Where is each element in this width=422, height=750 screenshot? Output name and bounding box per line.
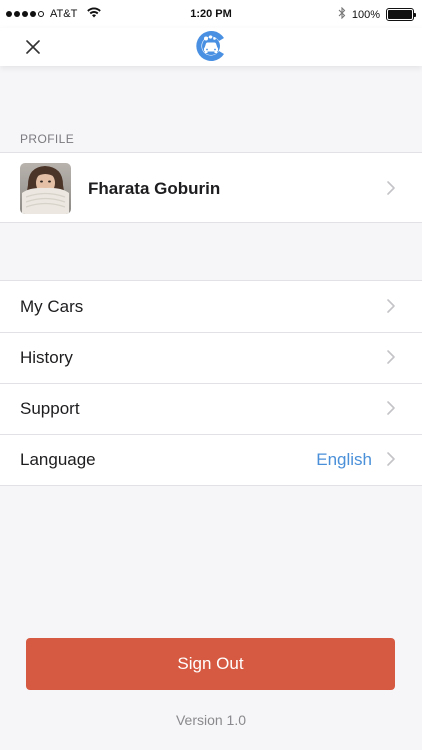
profile-section-header: PROFILE <box>20 132 75 146</box>
menu-item-support[interactable]: Support <box>0 383 422 434</box>
status-bar: AT&T 1:20 PM 100% <box>0 0 422 28</box>
bluetooth-icon <box>338 6 346 22</box>
profile-name: Fharata Goburin <box>88 179 221 198</box>
menu-item-history[interactable]: History <box>0 332 422 383</box>
menu-item-label: Language <box>20 449 96 469</box>
sign-out-button[interactable]: Sign Out <box>26 638 395 690</box>
chevron-right-icon <box>387 452 395 466</box>
version-label: Version 1.0 <box>175 712 247 728</box>
menu-item-language[interactable]: Language English <box>0 434 422 485</box>
status-right: 100% <box>338 6 416 22</box>
close-icon <box>26 40 40 54</box>
chevron-right-icon <box>387 299 395 313</box>
app-logo-icon <box>193 28 229 64</box>
chevron-right-icon <box>387 350 395 364</box>
battery-icon <box>386 8 416 21</box>
menu-item-label: History <box>20 347 73 367</box>
menu-item-label: Support <box>20 398 80 418</box>
chevron-right-icon <box>387 181 395 195</box>
profile-row[interactable]: Fharata Goburin <box>0 152 422 223</box>
nav-bar <box>0 28 422 66</box>
menu-list: My Cars History Support Language English <box>0 280 422 486</box>
menu-item-label: My Cars <box>20 296 84 316</box>
battery-percent: 100% <box>351 8 380 21</box>
chevron-right-icon <box>387 401 395 415</box>
avatar <box>20 163 71 214</box>
close-button[interactable] <box>20 34 46 60</box>
menu-item-my-cars[interactable]: My Cars <box>0 281 422 332</box>
language-value: English <box>316 449 372 469</box>
battery-fill <box>388 10 412 19</box>
